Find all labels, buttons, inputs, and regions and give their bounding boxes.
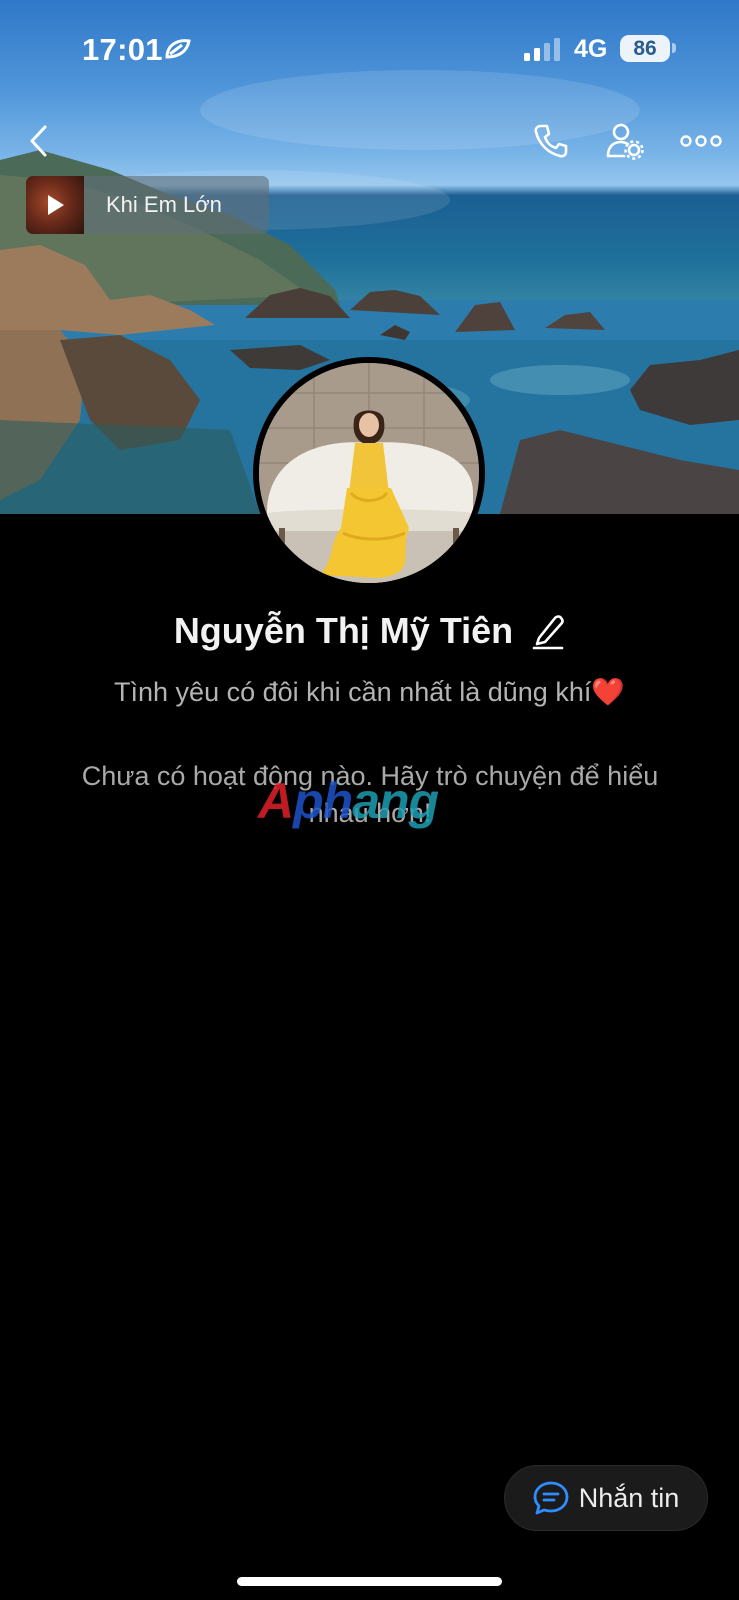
message-button[interactable]: Nhắn tin: [504, 1465, 708, 1531]
phone-icon: [534, 124, 568, 158]
profile-bio: Tình yêu có đôi khi cần nhất là dũng khí…: [0, 676, 739, 708]
more-dots-icon: [680, 135, 722, 147]
more-options-button[interactable]: [676, 116, 726, 166]
battery-nub: [672, 43, 676, 53]
signal-icon: [524, 38, 564, 67]
empty-activity-text: Chưa có hoạt động nào. Hãy trò chuyện để…: [81, 761, 659, 828]
battery-level: 86: [620, 35, 670, 62]
status-bar: 17:01 4G 86: [0, 0, 739, 100]
heart-emoji: ❤️: [591, 677, 625, 707]
pencil-icon: [532, 615, 564, 650]
bio-text: Tình yêu có đôi khi cần nhất là dũng khí: [114, 677, 592, 707]
user-settings-button[interactable]: [600, 116, 650, 166]
status-time: 17:01: [82, 32, 163, 67]
focus-mode-icon: [164, 37, 192, 66]
music-thumbnail: [26, 176, 84, 234]
profile-music-chip[interactable]: Khi Em Lớn: [26, 176, 269, 234]
network-type: 4G: [574, 35, 608, 63]
avatar[interactable]: [253, 357, 485, 589]
avatar-photo: [259, 363, 479, 583]
user-settings-icon: [606, 123, 644, 160]
chat-bubble-icon: [533, 1481, 569, 1515]
play-icon: [48, 195, 64, 215]
chevron-left-icon: [30, 125, 47, 157]
edit-name-button[interactable]: [531, 612, 565, 650]
music-title: Khi Em Lớn: [106, 192, 222, 217]
back-button[interactable]: [14, 116, 64, 166]
message-button-label: Nhắn tin: [578, 1482, 680, 1513]
call-button[interactable]: [526, 116, 576, 166]
home-indicator[interactable]: [237, 1577, 502, 1586]
profile-name-row: Nguyễn Thị Mỹ Tiên: [0, 610, 739, 652]
profile-name: Nguyễn Thị Mỹ Tiên: [173, 610, 514, 651]
